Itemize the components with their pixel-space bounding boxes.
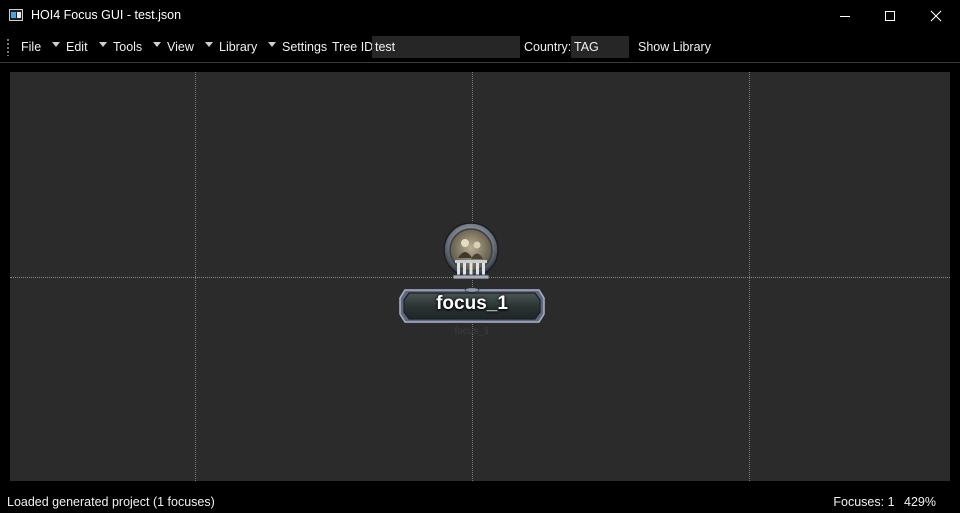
menu-tools[interactable]: Tools <box>113 32 162 62</box>
chevron-down-icon <box>268 42 277 47</box>
focus-tree-canvas[interactable]: focus_1 focus_1 <box>10 72 950 481</box>
menu-file-label: File <box>21 40 42 54</box>
minimize-button[interactable] <box>822 0 868 32</box>
status-info: Focuses: 1 429% <box>833 495 936 509</box>
focus-title: focus_1 <box>436 293 508 314</box>
chevron-down-icon <box>204 42 213 47</box>
close-icon <box>930 10 942 22</box>
status-bar: Loaded generated project (1 focuses) Foc… <box>0 489 960 513</box>
toolbar-grip-icon[interactable] <box>6 38 10 56</box>
menu-tools-label: Tools <box>113 40 143 54</box>
close-button[interactable] <box>913 0 959 32</box>
country-input[interactable] <box>571 36 629 58</box>
app-icon <box>9 9 23 21</box>
menu-edit[interactable]: Edit <box>66 32 107 62</box>
focus-count: Focuses: 1 <box>833 495 895 509</box>
menu-library[interactable]: Library <box>219 32 277 62</box>
focus-goal-icon <box>443 222 499 280</box>
tree-id-label: Tree ID: <box>332 40 377 54</box>
focus-node[interactable]: focus_1 focus_1 <box>399 222 547 337</box>
menu-edit-label: Edit <box>66 40 88 54</box>
chevron-down-icon <box>153 42 162 47</box>
menu-file[interactable]: File <box>21 32 61 62</box>
minimize-icon <box>840 16 850 17</box>
tree-id-input[interactable] <box>372 36 520 58</box>
chevron-down-icon <box>98 42 107 47</box>
zoom-level: 429% <box>904 495 936 509</box>
country-label: Country: <box>524 40 572 54</box>
show-library-button[interactable]: Show Library <box>638 32 711 62</box>
maximize-icon <box>885 11 895 21</box>
focus-id-label: focus_1 <box>454 326 490 337</box>
settings-button[interactable]: Settings <box>282 32 327 62</box>
status-message: Loaded generated project (1 focuses) <box>7 495 215 509</box>
maximize-button[interactable] <box>867 0 913 32</box>
title-bar: HOI4 Focus GUI - test.json <box>0 0 960 32</box>
menu-library-label: Library <box>219 40 258 54</box>
menu-view-label: View <box>167 40 194 54</box>
chevron-down-icon <box>52 42 61 47</box>
window-title: HOI4 Focus GUI - test.json <box>31 8 182 22</box>
toolbar: File Edit Tools View Library Settings Tr… <box>0 32 960 63</box>
menu-view[interactable]: View <box>167 32 213 62</box>
